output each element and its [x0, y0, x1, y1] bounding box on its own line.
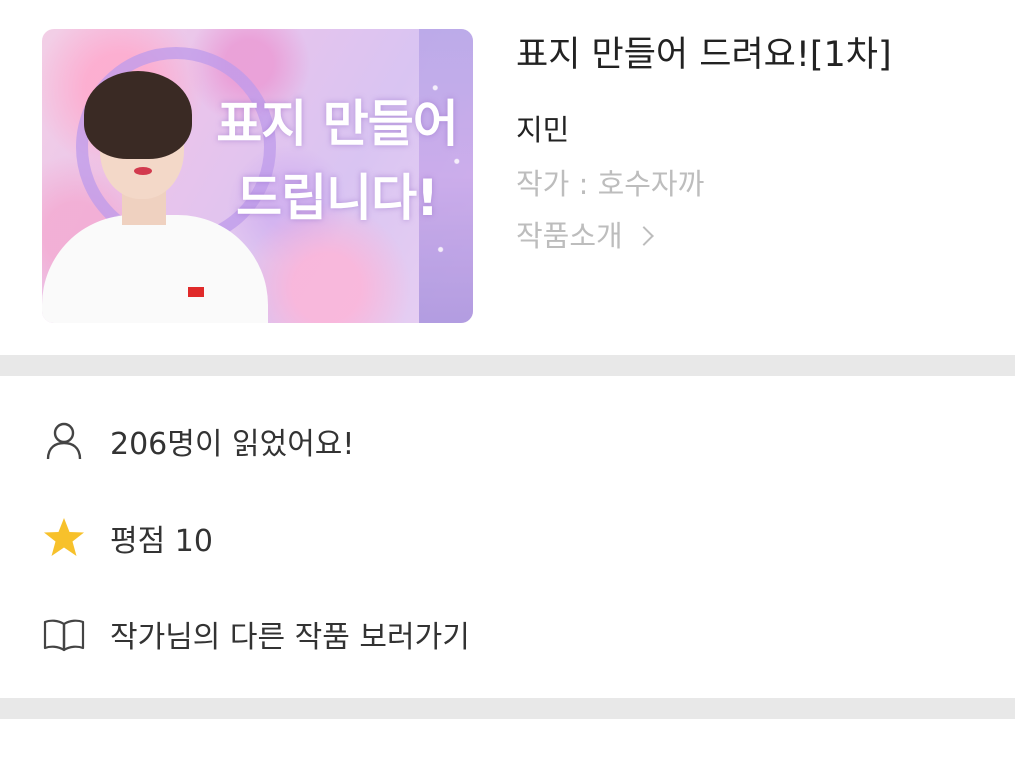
cover-person-badge: [188, 287, 204, 297]
cover-title-text: 표지 만들어 드립니다!: [207, 87, 467, 235]
work-stats: 206명이 읽었어요! 평점 10 작가님의 다른 작품 보러가기: [0, 376, 1015, 698]
person-outline-icon: [42, 419, 86, 463]
cover-title-line2: 드립니다!: [236, 169, 439, 227]
work-info: 표지 만들어 드려요![1차] 지민 작가 : 호수자까 작품소개: [516, 30, 996, 256]
other-works-link[interactable]: 작가님의 다른 작품 보러가기: [42, 611, 470, 657]
work-detail-page: 표지 만들어 드립니다! 표지 만들어 드려요![1차] 지민 작가 : 호수자…: [0, 0, 1015, 761]
work-title: 표지 만들어 드려요![1차]: [516, 35, 892, 75]
star-icon: [42, 516, 86, 560]
readers-row: 206명이 읽었어요!: [42, 418, 354, 464]
readers-count: 206명이 읽었어요!: [110, 427, 355, 462]
section-divider-bottom: [0, 698, 1015, 719]
work-intro-label: 작품소개: [516, 219, 623, 253]
work-author: 작가 : 호수자까: [516, 167, 705, 201]
page-bottom-space: [0, 719, 1015, 761]
cover-title-line1: 표지 만들어: [216, 95, 458, 153]
work-intro-link[interactable]: 작품소개: [516, 216, 654, 256]
work-header: 표지 만들어 드립니다! 표지 만들어 드려요![1차] 지민 작가 : 호수자…: [0, 0, 1015, 355]
work-subtitle: 지민: [516, 113, 570, 147]
section-divider-top: [0, 355, 1015, 376]
cover-person-mouth: [134, 167, 152, 175]
rating-row: 평점 10: [42, 515, 213, 561]
other-works-label: 작가님의 다른 작품 보러가기: [110, 620, 470, 655]
rating-value: 평점 10: [110, 524, 213, 559]
open-book-icon: [42, 612, 86, 656]
cover-image: 표지 만들어 드립니다!: [42, 29, 473, 323]
cover-person-hair: [84, 71, 192, 159]
chevron-right-icon: [633, 226, 654, 246]
